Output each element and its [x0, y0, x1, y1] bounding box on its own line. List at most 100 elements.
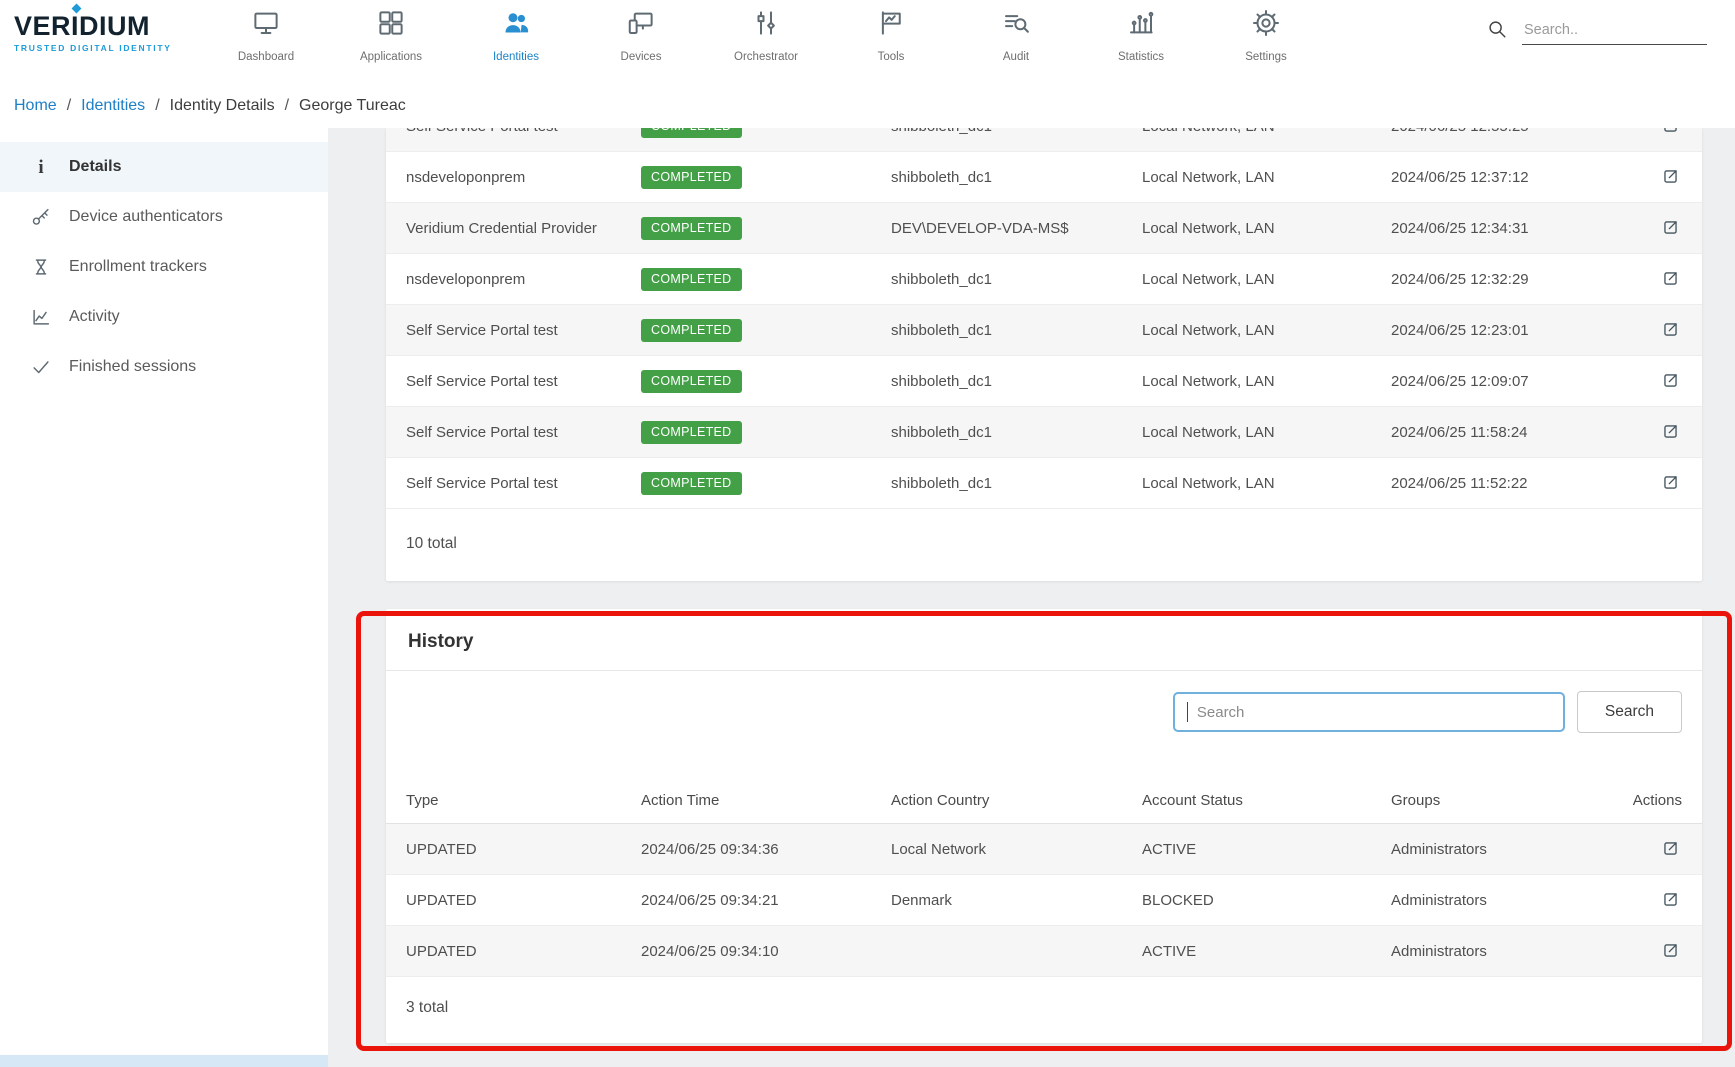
sessions-card: Self Service Portal test COMPLETED shibb… — [386, 128, 1702, 581]
session-time: 2024/06/25 12:23:01 — [1391, 322, 1636, 339]
session-row: Self Service Portal test COMPLETED shibb… — [386, 407, 1702, 458]
users-icon — [501, 8, 531, 43]
open-history-entry-button[interactable] — [1659, 837, 1682, 860]
col-groups: Groups — [1391, 792, 1636, 809]
history-groups: Administrators — [1391, 841, 1636, 858]
global-search-input[interactable] — [1522, 18, 1707, 45]
gear-icon — [1251, 8, 1281, 43]
veridium-logo[interactable]: VERIDIUM TRUSTED DIGITAL IDENTITY — [0, 0, 206, 53]
history-card: History Search Type Action Time Action C… — [386, 609, 1702, 1043]
history-search-input[interactable] — [1173, 692, 1565, 732]
history-search-bar: Search — [386, 671, 1702, 733]
main-nav: Dashboard Applications Identities Device… — [230, 0, 1302, 63]
sidebar-item-enrollment-trackers[interactable]: Enrollment trackers — [0, 242, 328, 292]
session-server: DEV\DEVELOP-VDA-MS$ — [891, 220, 1142, 237]
hourglass-icon — [30, 256, 52, 278]
session-network: Local Network, LAN — [1142, 271, 1391, 288]
session-row: Self Service Portal test COMPLETED shibb… — [386, 356, 1702, 407]
check-icon — [30, 356, 52, 378]
main-panel: Self Service Portal test COMPLETED shibb… — [328, 128, 1735, 1067]
status-badge: COMPLETED — [641, 268, 742, 291]
nav-item-devices[interactable]: Devices — [605, 8, 677, 63]
nav-item-audit[interactable]: Audit — [980, 8, 1052, 63]
session-server: shibboleth_dc1 — [891, 169, 1142, 186]
history-action-country: Denmark — [891, 892, 1142, 909]
open-history-entry-button[interactable] — [1659, 939, 1682, 962]
nav-item-statistics[interactable]: Statistics — [1105, 8, 1177, 63]
session-time: 2024/06/25 11:52:22 — [1391, 475, 1636, 492]
open-session-button[interactable] — [1659, 267, 1682, 290]
search-icon — [1486, 18, 1508, 45]
session-row: Veridium Credential Provider COMPLETED D… — [386, 203, 1702, 254]
sidebar-item-finished-sessions[interactable]: Finished sessions — [0, 342, 328, 392]
activity-chart-icon — [30, 306, 52, 328]
history-row: UPDATED 2024/06/25 09:34:21 Denmark BLOC… — [386, 875, 1702, 926]
session-time: 2024/06/25 11:58:24 — [1391, 424, 1636, 441]
session-server: shibboleth_dc1 — [891, 322, 1142, 339]
history-search-button[interactable]: Search — [1577, 691, 1682, 733]
history-table-header: Type Action Time Action Country Account … — [386, 778, 1702, 824]
nav-item-tools[interactable]: Tools — [855, 8, 927, 63]
open-session-button[interactable] — [1659, 216, 1682, 239]
breadcrumb-identities[interactable]: Identities — [81, 97, 145, 115]
sidebar-item-device-authenticators[interactable]: Device authenticators — [0, 192, 328, 242]
breadcrumb-separator: / — [155, 97, 159, 115]
status-badge: COMPLETED — [641, 472, 742, 495]
col-type: Type — [406, 792, 641, 809]
breadcrumb-user-name: George Tureac — [299, 97, 406, 115]
session-row: nsdeveloponprem COMPLETED shibboleth_dc1… — [386, 254, 1702, 305]
sidebar-item-details[interactable]: i Details — [0, 142, 328, 192]
history-action-country: Local Network — [891, 841, 1142, 858]
open-session-button[interactable] — [1659, 369, 1682, 392]
session-server: shibboleth_dc1 — [891, 475, 1142, 492]
status-badge: COMPLETED — [641, 166, 742, 189]
session-server: shibboleth_dc1 — [891, 424, 1142, 441]
open-session-button[interactable] — [1659, 128, 1682, 137]
open-history-entry-button[interactable] — [1659, 888, 1682, 911]
nav-item-orchestrator[interactable]: Orchestrator — [730, 8, 802, 63]
breadcrumb-home[interactable]: Home — [14, 97, 57, 115]
sidebar-bottom-strip — [0, 1055, 328, 1067]
session-server: shibboleth_dc1 — [891, 128, 1142, 135]
col-account-status: Account Status — [1142, 792, 1391, 809]
open-session-button[interactable] — [1659, 420, 1682, 443]
session-time: 2024/06/25 12:37:12 — [1391, 169, 1636, 186]
history-action-time: 2024/06/25 09:34:10 — [641, 943, 891, 960]
session-network: Local Network, LAN — [1142, 169, 1391, 186]
history-groups: Administrators — [1391, 892, 1636, 909]
session-row: Self Service Portal test COMPLETED shibb… — [386, 458, 1702, 509]
col-action-time: Action Time — [641, 792, 891, 809]
session-server: shibboleth_dc1 — [891, 373, 1142, 390]
history-type: UPDATED — [406, 892, 641, 909]
session-time: 2024/06/25 12:34:31 — [1391, 220, 1636, 237]
breadcrumb-identity-details: Identity Details — [170, 97, 275, 115]
history-type: UPDATED — [406, 943, 641, 960]
open-session-button[interactable] — [1659, 471, 1682, 494]
history-row: UPDATED 2024/06/25 09:34:10 ACTIVE Admin… — [386, 926, 1702, 977]
open-session-button[interactable] — [1659, 318, 1682, 341]
session-name: nsdeveloponprem — [406, 169, 641, 186]
status-badge: COMPLETED — [641, 370, 742, 393]
session-network: Local Network, LAN — [1142, 322, 1391, 339]
session-time: 2024/06/25 12:09:07 — [1391, 373, 1636, 390]
sidebar-item-activity[interactable]: Activity — [0, 292, 328, 342]
content-area: i Details Device authenticators Enrollme… — [0, 128, 1735, 1067]
history-account-status: BLOCKED — [1142, 892, 1391, 909]
history-type: UPDATED — [406, 841, 641, 858]
nav-item-dashboard[interactable]: Dashboard — [230, 8, 302, 63]
audit-search-icon — [1001, 8, 1031, 43]
logo-tagline: TRUSTED DIGITAL IDENTITY — [14, 43, 206, 53]
breadcrumb-separator: / — [285, 97, 289, 115]
history-rows: UPDATED 2024/06/25 09:34:36 Local Networ… — [386, 824, 1702, 977]
open-session-button[interactable] — [1659, 165, 1682, 188]
history-account-status: ACTIVE — [1142, 841, 1391, 858]
col-actions: Actions — [1633, 792, 1682, 809]
status-badge: COMPLETED — [641, 128, 742, 138]
text-caret — [1187, 702, 1189, 722]
history-account-status: ACTIVE — [1142, 943, 1391, 960]
nav-item-identities[interactable]: Identities — [480, 8, 552, 63]
session-name: Self Service Portal test — [406, 322, 641, 339]
nav-item-applications[interactable]: Applications — [355, 8, 427, 63]
nav-item-settings[interactable]: Settings — [1230, 8, 1302, 63]
sessions-total: 10 total — [386, 509, 1702, 581]
